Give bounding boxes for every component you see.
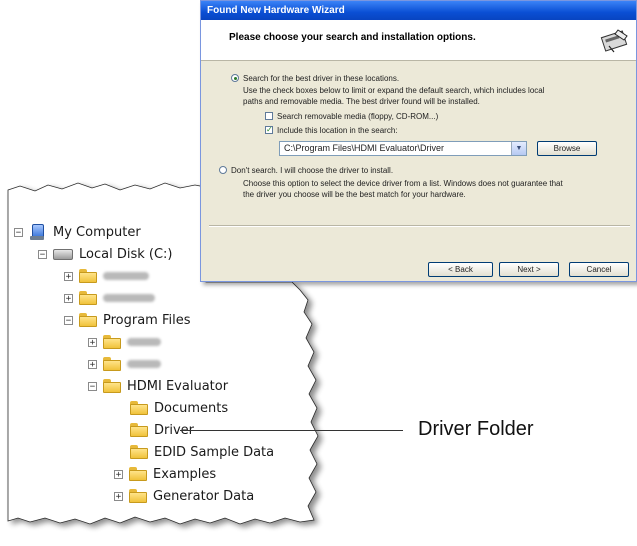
tree-label: Generator Data [153,488,255,504]
found-new-hardware-wizard: Found New Hardware Wizard Please choose … [200,0,637,282]
checkbox-include-location[interactable]: ✓ [265,126,273,134]
tree-node-local-disk[interactable]: − Local Disk (C:) [38,244,172,264]
folder-icon [79,269,97,283]
option-dont-search-desc: the driver you choose will be the best m… [243,190,466,199]
tree-node-blurred-folder[interactable]: + [64,288,155,308]
folder-icon [103,335,121,349]
folder-icon [103,357,121,371]
browse-button[interactable]: Browse [537,141,597,156]
computer-icon [29,224,45,240]
blurred-label [127,338,161,346]
checkbox-include-label: Include this location in the search: [277,126,398,135]
tree-label: Documents [154,400,229,416]
option-search-desc: Use the check boxes below to limit or ex… [243,86,545,95]
radio-dont-search[interactable] [219,166,227,174]
checkbox-removable-label: Search removable media (floppy, CD-ROM..… [277,112,439,121]
tree-node-blurred-folder[interactable]: + [64,266,149,286]
tree-node-my-computer[interactable]: − My Computer [14,222,141,242]
back-button[interactable]: < Back [428,262,493,277]
blurred-label [103,272,149,280]
tree-node-blurred-folder[interactable]: + [88,354,161,374]
collapse-icon[interactable]: − [64,315,73,325]
folder-icon [79,291,97,305]
tree-node-hdmi-evaluator[interactable]: − HDMI Evaluator [88,376,228,396]
expand-icon[interactable]: + [64,293,73,303]
wizard-header-title: Please choose your search and installati… [229,32,476,43]
wizard-title-bar[interactable]: Found New Hardware Wizard [201,1,636,20]
tree-node-generator-data[interactable]: + Generator Data [114,486,254,506]
blurred-label [127,360,161,368]
folder-icon [129,489,147,503]
blurred-label [103,294,155,302]
folder-icon [130,423,148,437]
option-search-label: Search for the best driver in these loca… [243,74,400,83]
wizard-header: Please choose your search and installati… [201,20,636,61]
collapse-icon[interactable]: − [38,249,47,259]
location-combobox[interactable]: C:\Program Files\HDMI Evaluator\Driver ▼ [279,141,527,156]
tree-label: Program Files [103,312,191,328]
folder-open-icon [103,379,121,393]
chevron-down-icon[interactable]: ▼ [511,142,526,155]
callout-line [180,430,403,431]
tree-label: Local Disk (C:) [79,246,173,262]
collapse-icon[interactable]: − [14,227,23,237]
tree-label: HDMI Evaluator [127,378,229,394]
expand-icon[interactable]: + [64,271,73,281]
drive-icon [53,248,73,260]
radio-search-best[interactable] [231,74,239,82]
cancel-button[interactable]: Cancel [569,262,629,277]
tree-node-examples[interactable]: + Examples [114,464,216,484]
tree-label: EDID Sample Data [154,444,275,460]
hardware-wizard-icon [600,29,628,53]
option-search-desc: paths and removable media. The best driv… [243,97,480,106]
folder-icon [130,401,148,415]
checkbox-search-removable[interactable] [265,112,273,120]
tree-label: My Computer [53,224,141,240]
next-button[interactable]: Next > [499,262,559,277]
expand-icon[interactable]: + [114,491,123,501]
expand-icon[interactable]: + [88,337,97,347]
option-dont-search-label: Don't search. I will choose the driver t… [231,166,394,175]
expand-icon[interactable]: + [88,359,97,369]
wizard-separator [209,225,630,227]
folder-icon [130,445,148,459]
tree-label: Examples [153,466,217,482]
location-value: C:\Program Files\HDMI Evaluator\Driver [284,143,445,153]
expand-icon[interactable]: + [114,469,123,479]
option-dont-search-desc: Choose this option to select the device … [243,179,563,188]
folder-open-icon [79,313,97,327]
tree-node-program-files[interactable]: − Program Files [64,310,191,330]
collapse-icon[interactable]: − [88,381,97,391]
tree-node-documents[interactable]: Documents [130,398,228,418]
callout-label: Driver Folder [418,418,534,440]
tree-node-edid-sample-data[interactable]: EDID Sample Data [130,442,274,462]
folder-icon [129,467,147,481]
tree-node-blurred-folder[interactable]: + [88,332,161,352]
